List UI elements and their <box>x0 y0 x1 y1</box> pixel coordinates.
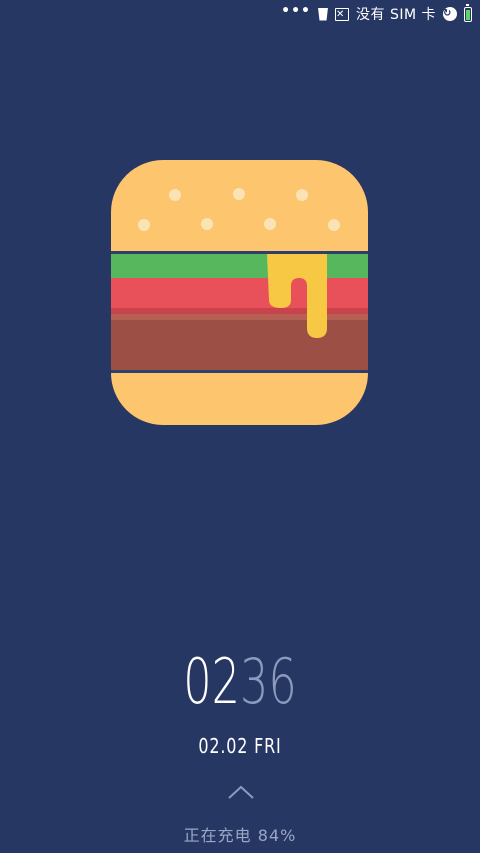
lettuce-layer <box>111 254 368 278</box>
lockscreen-date: 02.02 FRI <box>198 734 282 758</box>
more-dots-icon: ••• <box>281 3 311 19</box>
battery-icon <box>464 3 472 22</box>
sim-status-text: 没有 SIM 卡 <box>356 7 436 23</box>
status-bar: ••• ✕ 没有 SIM 卡 ↻ <box>0 0 480 28</box>
globe-icon: ↻ <box>443 7 457 21</box>
clock-hours: 02 <box>183 645 240 718</box>
charging-status: 正在充电 84% <box>183 826 297 845</box>
battery-fill <box>466 10 470 20</box>
cup-icon <box>318 7 328 21</box>
patty-layer <box>111 314 368 370</box>
hamburger-icon <box>111 160 368 425</box>
bottom-bun <box>111 373 368 425</box>
lockscreen-clock: 0236 <box>67 642 413 722</box>
x-box-icon: ✕ <box>335 7 349 21</box>
clock-minutes: 36 <box>240 645 297 718</box>
chevron-up-icon[interactable] <box>227 784 255 800</box>
top-bun <box>111 160 368 251</box>
